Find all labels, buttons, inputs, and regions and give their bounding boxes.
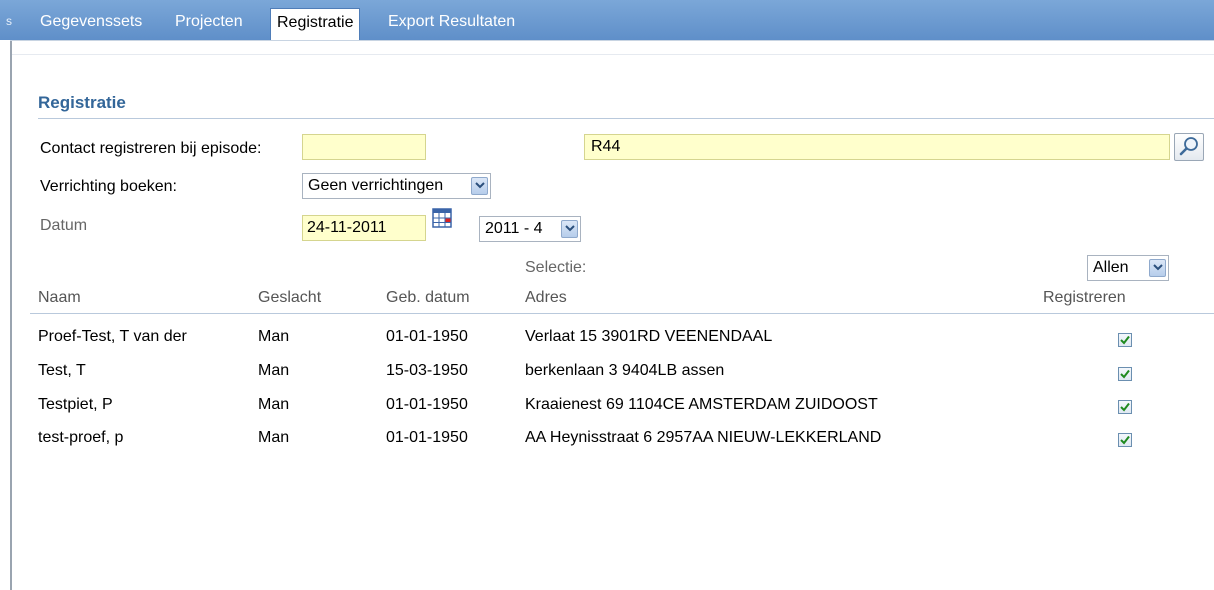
tab-gegevenssets[interactable]: Gegevenssets <box>40 8 142 38</box>
datum-label: Datum <box>40 217 88 234</box>
search-icon <box>1175 137 1203 164</box>
registreren-checkbox[interactable] <box>1118 433 1132 447</box>
content-frame-border <box>10 40 12 590</box>
tab-bar: s Gegevenssets Projecten Registratie Exp… <box>0 0 1214 41</box>
tab-projecten[interactable]: Projecten <box>175 8 243 38</box>
cell-naam: Testpiet, P <box>38 396 113 413</box>
cell-geslacht: Man <box>258 328 290 345</box>
verrichting-value: Geen verrichtingen <box>308 177 444 194</box>
table-header-divider <box>30 313 1214 314</box>
cell-naam: Test, T <box>38 362 86 379</box>
verrichting-select[interactable]: Geen verrichtingen <box>302 173 491 199</box>
registreren-checkbox[interactable] <box>1118 400 1132 414</box>
cell-geslacht: Man <box>258 429 290 446</box>
cell-naam: test-proef, p <box>38 429 124 446</box>
check-icon <box>1120 335 1130 345</box>
selectie-label: Selectie: <box>525 259 587 276</box>
period-value: 2011 - 4 <box>485 220 543 237</box>
cell-geb-datum: 01-01-1950 <box>386 328 468 345</box>
check-icon <box>1120 369 1130 379</box>
cell-geb-datum: 15-03-1950 <box>386 362 468 379</box>
verrichting-label: Verrichting boeken: <box>40 178 177 195</box>
cell-geb-datum: 01-01-1950 <box>386 396 468 413</box>
search-button[interactable] <box>1174 133 1204 161</box>
tab-stub: s <box>6 14 12 28</box>
episode-input[interactable] <box>302 134 426 160</box>
section-title: Registratie <box>38 93 126 112</box>
cell-geslacht: Man <box>258 396 290 413</box>
episode-code-field[interactable]: R44 <box>584 134 1170 160</box>
content-frame-top <box>10 40 1214 41</box>
cell-adres: Kraaienest 69 1104CE AMSTERDAM ZUIDOOST <box>525 396 878 413</box>
header-geb-datum: Geb. datum <box>386 289 470 306</box>
calendar-icon[interactable] <box>432 208 452 228</box>
datum-input[interactable]: 24-11-2011 <box>302 215 426 241</box>
contact-label: Contact registreren bij episode: <box>40 140 262 157</box>
chevron-down-icon <box>561 220 578 238</box>
registreren-checkbox[interactable] <box>1118 333 1132 347</box>
cell-naam: Proef-Test, T van der <box>38 328 187 345</box>
content-inner-line <box>12 54 1214 55</box>
registreren-checkbox[interactable] <box>1118 367 1132 381</box>
chevron-down-icon <box>1149 259 1166 277</box>
period-select[interactable]: 2011 - 4 <box>479 216 581 242</box>
chevron-down-icon <box>471 177 488 195</box>
check-icon <box>1120 402 1130 412</box>
section-divider <box>38 118 1214 119</box>
header-geslacht: Geslacht <box>258 289 322 306</box>
header-naam: Naam <box>38 289 81 306</box>
cell-geslacht: Man <box>258 362 290 379</box>
cell-adres: berkenlaan 3 9404LB assen <box>525 362 725 379</box>
selectie-value: Allen <box>1093 259 1129 276</box>
selectie-select[interactable]: Allen <box>1087 255 1169 281</box>
cell-adres: AA Heynisstraat 6 2957AA NIEUW-LEKKERLAN… <box>525 429 882 446</box>
cell-adres: Verlaat 15 3901RD VEENENDAAL <box>525 328 773 345</box>
tab-export-resultaten[interactable]: Export Resultaten <box>388 8 515 38</box>
tab-registratie[interactable]: Registratie <box>270 8 361 41</box>
check-icon <box>1120 435 1130 445</box>
cell-geb-datum: 01-01-1950 <box>386 429 468 446</box>
datum-value: 24-11-2011 <box>307 219 387 236</box>
episode-code-value: R44 <box>591 138 621 155</box>
header-registreren: Registreren <box>1043 289 1126 306</box>
header-adres: Adres <box>525 289 567 306</box>
